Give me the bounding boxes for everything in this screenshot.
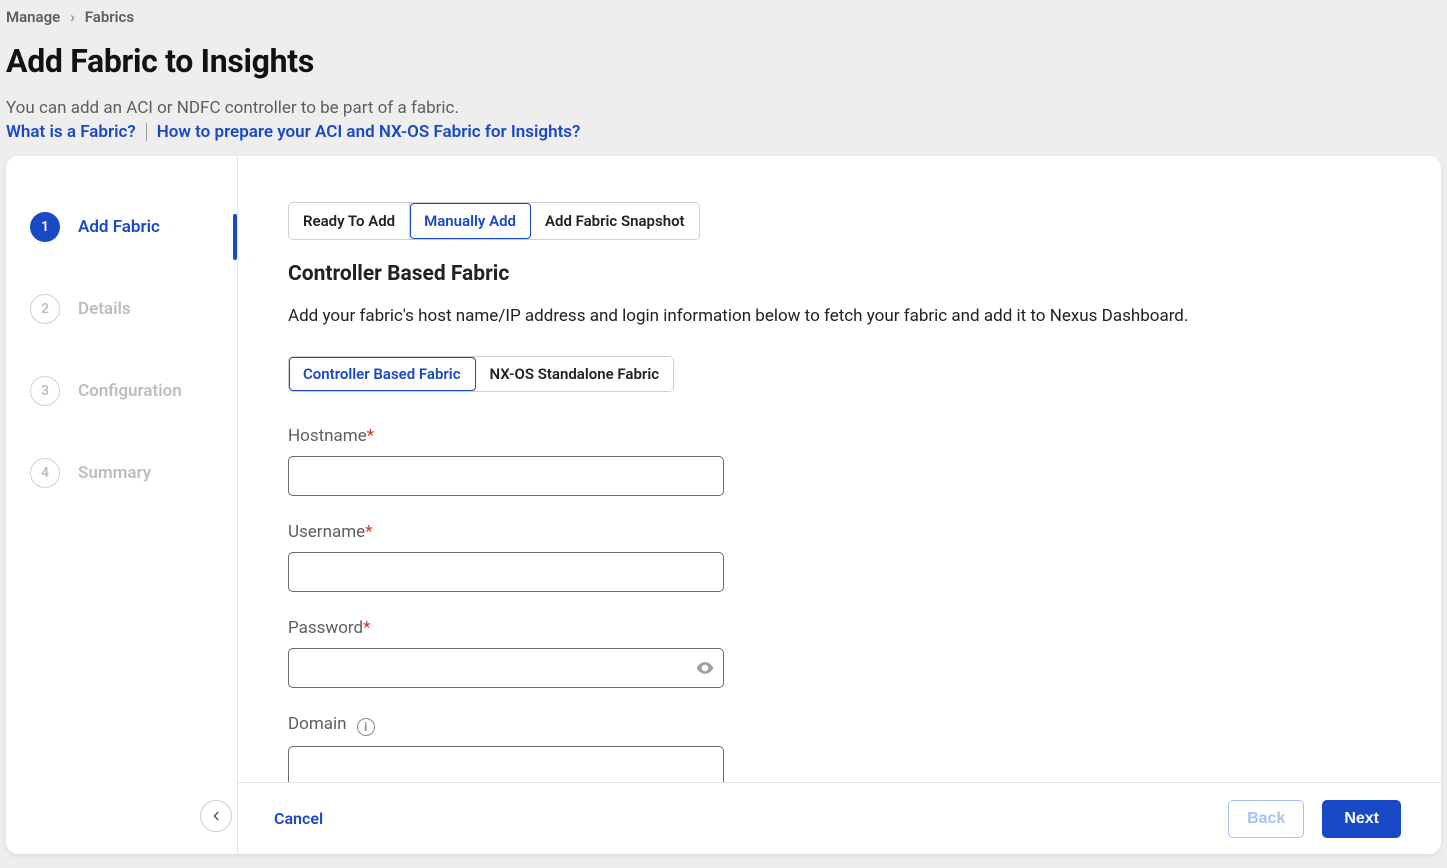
wizard-footer: Cancel Back Next (238, 782, 1441, 854)
section-description: Add your fabric's host name/IP address a… (288, 304, 1391, 330)
breadcrumb-item-manage[interactable]: Manage (6, 8, 60, 26)
wizard-stepper: 1 Add Fabric 2 Details 3 Configuration 4… (6, 156, 238, 854)
step-label: Add Fabric (78, 217, 160, 237)
fabric-type-tabs: Controller Based Fabric NX-OS Standalone… (288, 356, 674, 392)
wizard-content: Ready To Add Manually Add Add Fabric Sna… (238, 156, 1441, 782)
step-details[interactable]: 2 Details (6, 288, 237, 330)
step-add-fabric[interactable]: 1 Add Fabric (6, 206, 237, 248)
required-mark-icon: * (363, 618, 370, 638)
eye-icon (695, 658, 715, 678)
password-input[interactable] (289, 649, 687, 687)
step-label: Summary (78, 463, 151, 483)
tab-nxos-standalone-fabric[interactable]: NX-OS Standalone Fabric (476, 357, 674, 391)
divider-icon (146, 123, 147, 141)
password-input-wrapper (288, 648, 724, 688)
username-input[interactable] (288, 552, 724, 592)
link-how-to-prepare[interactable]: How to prepare your ACI and NX-OS Fabric… (157, 122, 581, 142)
field-hostname: Hostname* (288, 426, 1391, 496)
tab-controller-based-fabric[interactable]: Controller Based Fabric (289, 357, 476, 391)
required-mark-icon: * (365, 522, 372, 542)
page-header: Manage › Fabrics Add Fabric to Insights … (0, 0, 1447, 142)
step-configuration[interactable]: 3 Configuration (6, 370, 237, 412)
step-number-1: 1 (30, 212, 60, 242)
step-label: Details (78, 299, 131, 319)
tab-ready-to-add[interactable]: Ready To Add (289, 203, 410, 239)
password-label: Password* (288, 618, 1391, 638)
page-description: You can add an ACI or NDFC controller to… (6, 98, 1441, 118)
breadcrumb-item-fabrics[interactable]: Fabrics (85, 8, 134, 26)
field-password: Password* (288, 618, 1391, 688)
step-number-4: 4 (30, 458, 60, 488)
collapse-sidebar-button[interactable] (200, 800, 232, 832)
wizard-panel: 1 Add Fabric 2 Details 3 Configuration 4… (6, 156, 1441, 854)
header-links: What is a Fabric? How to prepare your AC… (6, 122, 1441, 142)
next-button[interactable]: Next (1322, 800, 1401, 838)
hostname-input[interactable] (288, 456, 724, 496)
field-username: Username* (288, 522, 1391, 592)
step-number-3: 3 (30, 376, 60, 406)
link-what-is-fabric[interactable]: What is a Fabric? (6, 122, 136, 142)
chevron-right-icon: › (70, 8, 75, 26)
tab-add-fabric-snapshot[interactable]: Add Fabric Snapshot (531, 203, 699, 239)
field-domain: Domain i (288, 714, 1391, 783)
step-number-2: 2 (30, 294, 60, 324)
section-title: Controller Based Fabric (288, 262, 1391, 286)
cancel-button[interactable]: Cancel (274, 809, 323, 828)
page-title: Add Fabric to Insights (6, 42, 1441, 80)
step-label: Configuration (78, 381, 182, 401)
back-button[interactable]: Back (1228, 800, 1304, 838)
info-icon[interactable]: i (357, 718, 375, 736)
domain-input[interactable] (288, 746, 724, 783)
hostname-label: Hostname* (288, 426, 1391, 446)
add-mode-tabs: Ready To Add Manually Add Add Fabric Sna… (288, 202, 700, 240)
tab-manually-add[interactable]: Manually Add (410, 203, 531, 239)
required-mark-icon: * (367, 426, 374, 446)
username-label: Username* (288, 522, 1391, 542)
breadcrumb: Manage › Fabrics (6, 8, 1441, 26)
domain-label: Domain i (288, 714, 1391, 736)
toggle-password-visibility-button[interactable] (687, 649, 723, 687)
chevron-left-icon (209, 809, 223, 823)
step-summary[interactable]: 4 Summary (6, 452, 237, 494)
